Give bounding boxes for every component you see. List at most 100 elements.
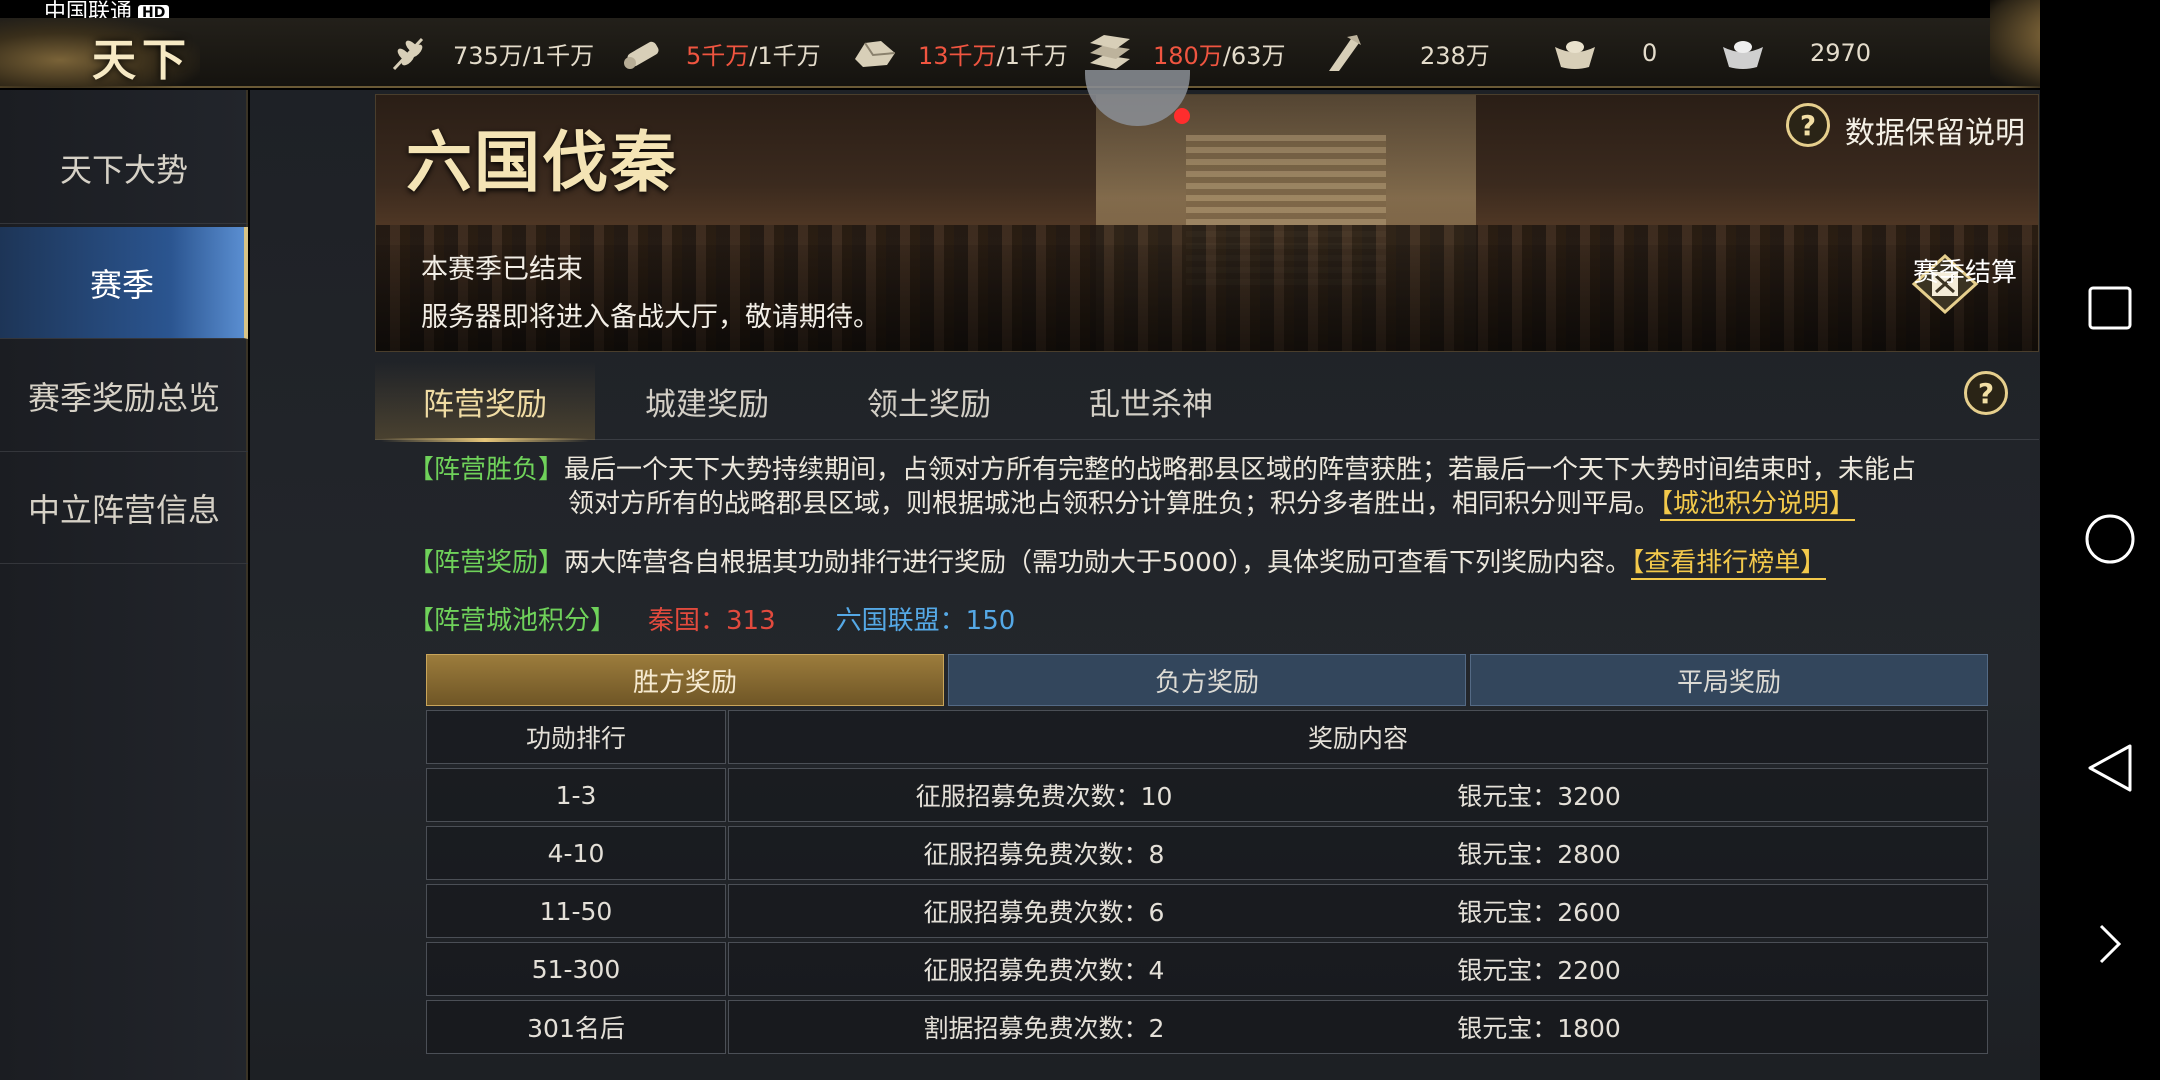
data-note-help-icon[interactable]: ?: [1786, 103, 1830, 147]
tab-territory-rewards[interactable]: 领土奖励: [819, 362, 1039, 440]
recruit-reward: 征服招募免费次数：8: [923, 840, 1165, 869]
resource-stone[interactable]: 13千万/1千万: [850, 18, 1068, 88]
recruit-reward: 征服招募免费次数：10: [915, 782, 1173, 811]
resource-wood-current: 5千万: [686, 41, 750, 70]
city-score-info-link[interactable]: 【城池积分说明】: [1660, 489, 1856, 521]
camp-victory-rule: 【阵营胜负】最后一个天下大势持续期间，占领对方所有完整的战略郡县区域的阵营获胜；…: [408, 453, 1916, 487]
reward-cell: 征服招募免费次数：4 银元宝：2200: [728, 942, 1988, 996]
resource-iron-max: /63万: [1222, 41, 1286, 70]
square-icon: [2088, 286, 2132, 330]
sidebar-item-world-situation[interactable]: 天下大势: [0, 112, 248, 224]
tabs-help-icon[interactable]: ?: [1964, 371, 2008, 415]
back-button[interactable]: [2080, 738, 2140, 798]
camp-reward-text: 两大阵营各自根据其功勋排行进行奖励（需功勋大于5000），具体奖励可查看下列奖励…: [564, 548, 1632, 578]
resource-wood-max: /1千万: [749, 41, 821, 70]
camp-victory-rule-cont: 领对方所有的战略郡县区域，则根据城池占领积分计算胜负；积分多者胜出，相同积分则平…: [568, 487, 1856, 521]
tab-camp-rewards[interactable]: 阵营奖励: [375, 362, 595, 442]
sidebar-item-season[interactable]: 赛季: [0, 227, 248, 339]
table-header-row: 功勋排行 奖励内容: [426, 710, 1988, 764]
resource-gold-value: 0: [1642, 39, 1658, 67]
resource-bar: 天下 735万/1千万 5千万/1千万 13千万/1千万 180万/63万 23…: [0, 18, 2040, 88]
silver-reward: 银元宝：1800: [1457, 1014, 1621, 1043]
silver-ingot-icon: [1718, 33, 1768, 73]
rank-cell: 301名后: [426, 1000, 726, 1054]
tab-chaos-warlord[interactable]: 乱世杀神: [1041, 362, 1261, 440]
status-bar: 中国联通 HD: [0, 0, 2040, 25]
season-status-text: 本赛季已结束: [421, 254, 583, 285]
recruit-reward: 割据招募免费次数：2: [923, 1014, 1165, 1043]
chevron-right-icon: [2099, 924, 2122, 964]
rank-cell: 1-3: [426, 768, 726, 822]
tab-city-building-rewards[interactable]: 城建奖励: [597, 362, 817, 440]
header-reward-content: 奖励内容: [728, 710, 1988, 764]
notification-dot: [1174, 108, 1190, 124]
resource-copper-value: 238万: [1420, 41, 1490, 70]
season-title: 六国伐秦: [406, 123, 678, 201]
resource-silver[interactable]: 2970: [1718, 18, 1871, 88]
back-triangle-icon: [2088, 744, 2132, 792]
table-row: 4-10 征服招募免费次数：8 银元宝：2800: [426, 826, 1988, 880]
wood-icon: [618, 33, 668, 73]
iron-icon: [1085, 33, 1135, 73]
header-rank: 功勋排行: [426, 710, 726, 764]
silver-reward: 银元宝：2200: [1457, 956, 1621, 985]
resource-stone-current: 13千万: [918, 41, 997, 70]
system-nav-bar: [2040, 0, 2160, 1080]
recruit-reward: 征服招募免费次数：6: [923, 898, 1165, 927]
camp-reward-tag: 【阵营奖励】: [408, 548, 565, 578]
season-settle-button[interactable]: 赛季结算: [1890, 252, 2040, 289]
resource-copper[interactable]: 238万: [1318, 18, 1490, 88]
resource-silver-value: 2970: [1810, 39, 1872, 67]
rank-cell: 51-300: [426, 942, 726, 996]
left-sidebar: 天下大势 赛季 赛季奖励总览 中立阵营信息: [0, 90, 248, 1080]
camp-victory-text-1: 最后一个天下大势持续期间，占领对方所有完整的战略郡县区域的阵营获胜；若最后一个天…: [564, 455, 1917, 485]
reward-cell: 割据招募免费次数：2 银元宝：1800: [728, 1000, 1988, 1054]
table-row: 11-50 征服招募免费次数：6 银元宝：2600: [426, 884, 1988, 938]
silver-reward: 银元宝：2600: [1457, 898, 1621, 927]
data-retention-note-link[interactable]: 数据保留说明: [1845, 108, 2025, 152]
camp-score-tag: 【阵营城池积分】: [408, 606, 617, 636]
six-alliance-score: 六国联盟：150: [835, 606, 1016, 636]
sidebar-item-season-rewards[interactable]: 赛季奖励总览: [0, 340, 248, 452]
sidebar-item-label: 赛季奖励总览: [27, 378, 220, 417]
rank-cell: 11-50: [426, 884, 726, 938]
tab-loser-rewards[interactable]: 负方奖励: [948, 654, 1466, 706]
reward-outcome-tabs: 胜方奖励 负方奖励 平局奖励: [426, 654, 1988, 706]
stone-icon: [850, 33, 900, 73]
resource-grain-value: 735万/1千万: [453, 41, 595, 70]
resource-gold[interactable]: 0: [1550, 18, 1657, 88]
gold-ingot-icon: [1550, 33, 1600, 73]
resource-wood[interactable]: 5千万/1千万: [618, 18, 821, 88]
silver-reward: 银元宝：3200: [1457, 782, 1621, 811]
tab-label: 乱世杀神: [1089, 386, 1213, 423]
camp-city-score: 【阵营城池积分】 秦国：313 六国联盟：150: [408, 604, 1015, 638]
leaderboard-link[interactable]: 【查看排行榜单】: [1631, 548, 1827, 580]
resource-grain[interactable]: 735万/1千万: [385, 18, 594, 88]
qin-score: 秦国：313: [648, 606, 776, 636]
table-row: 51-300 征服招募免费次数：4 银元宝：2200: [426, 942, 1988, 996]
camp-victory-text-2: 领对方所有的战略郡县区域，则根据城池占领积分计算胜负；积分多者胜出，相同积分则平…: [568, 489, 1661, 519]
wheat-icon: [385, 33, 435, 73]
table-row: 301名后 割据招募免费次数：2 银元宝：1800: [426, 1000, 1988, 1054]
home-button[interactable]: [2080, 509, 2140, 569]
tab-label: 城建奖励: [645, 386, 769, 423]
recruit-reward: 征服招募免费次数：4: [923, 956, 1165, 985]
sidebar-item-label: 中立阵营信息: [27, 490, 220, 529]
recent-apps-button[interactable]: [2080, 278, 2140, 338]
camp-victory-tag: 【阵营胜负】: [408, 455, 565, 485]
sidebar-item-neutral-camp[interactable]: 中立阵营信息: [0, 452, 248, 564]
tab-winner-rewards[interactable]: 胜方奖励: [426, 654, 944, 706]
tab-label: 负方奖励: [1154, 667, 1259, 698]
table-row: 1-3 征服招募免费次数：10 银元宝：3200: [426, 768, 1988, 822]
expand-nav-button[interactable]: [2080, 914, 2140, 974]
season-notice-text: 服务器即将进入备战大厅，敬请期待。: [421, 302, 880, 333]
rank-cell: 4-10: [426, 826, 726, 880]
reward-category-tabs: 阵营奖励 城建奖励 领土奖励 乱世杀神: [375, 362, 2039, 442]
copper-icon: [1318, 33, 1368, 73]
tab-draw-rewards[interactable]: 平局奖励: [1470, 654, 1988, 706]
reward-cell: 征服招募免费次数：8 银元宝：2800: [728, 826, 1988, 880]
resource-iron-current: 180万: [1153, 41, 1223, 70]
logo-text: 天下: [92, 35, 192, 86]
tab-label: 胜方奖励: [632, 667, 737, 698]
tab-label: 平局奖励: [1676, 667, 1781, 698]
